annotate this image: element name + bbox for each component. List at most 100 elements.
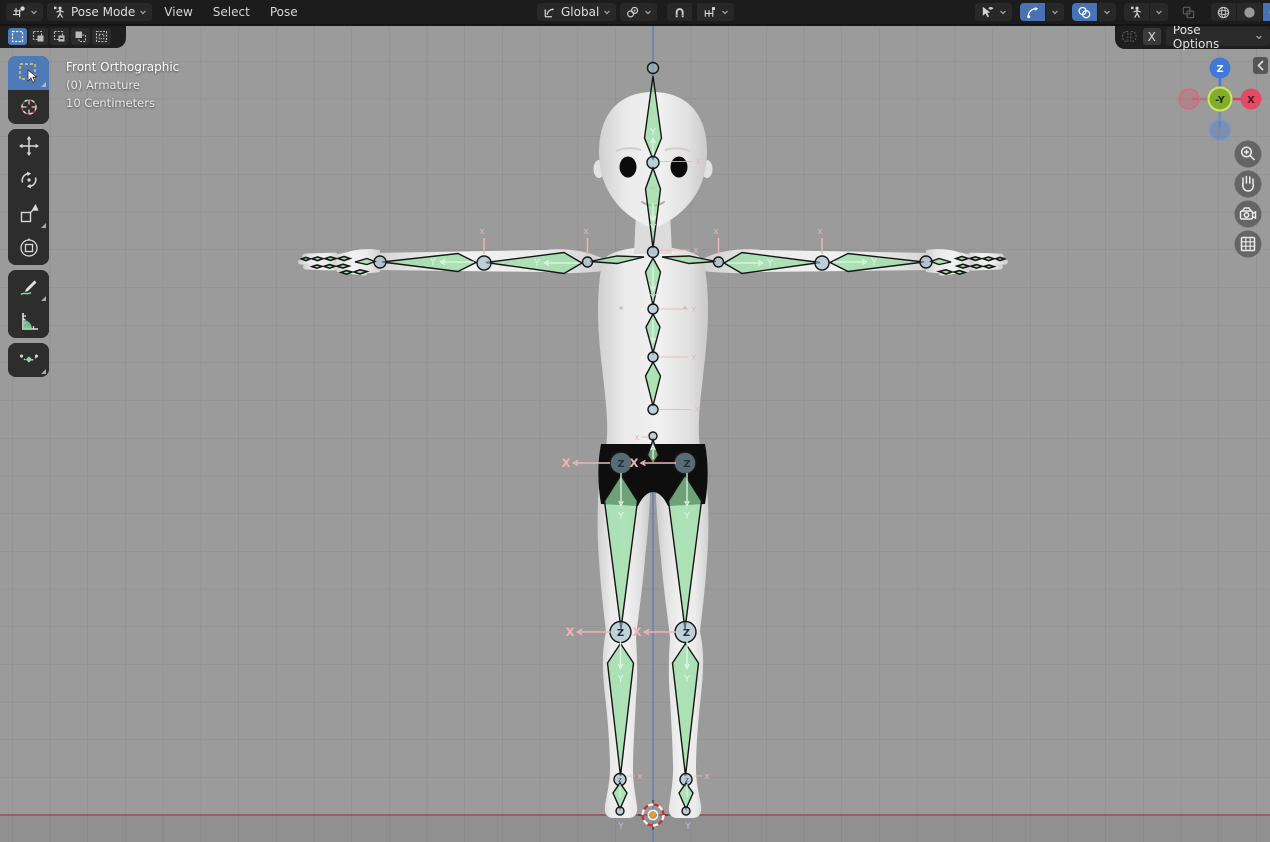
shading-material-button[interactable] xyxy=(1263,3,1270,21)
bone-axis-label-x: X xyxy=(562,456,571,470)
editor-type-button[interactable] xyxy=(6,3,43,21)
svg-text:x: x xyxy=(694,405,700,415)
mode-label: Pose Mode xyxy=(71,5,135,19)
svg-text:Y: Y xyxy=(617,822,624,832)
gizmo-neg-x-ball[interactable] xyxy=(1179,89,1199,109)
mirror-x-toggle[interactable]: X xyxy=(1143,28,1161,45)
svg-text:Y: Y xyxy=(649,293,657,304)
tool-scale[interactable] xyxy=(8,197,49,231)
select-intersect-icon xyxy=(95,30,108,43)
svg-text:z: z xyxy=(685,776,689,784)
svg-text:Z: Z xyxy=(1216,64,1223,75)
gizmo-x-ball[interactable]: X xyxy=(1241,89,1262,110)
viewport-editor-icon xyxy=(11,5,26,20)
tool-measure[interactable] xyxy=(8,304,49,338)
select-box-icon xyxy=(18,62,40,84)
gizmo-settings-dropdown[interactable] xyxy=(1046,3,1064,21)
mirror-icon[interactable] xyxy=(1121,29,1138,44)
mode-dropdown[interactable]: Pose Mode xyxy=(47,3,152,21)
transform-orientation-dropdown[interactable]: Global xyxy=(537,3,616,21)
breakdowner-icon xyxy=(18,349,40,371)
chevron-down-icon xyxy=(999,8,1007,16)
select-mode-invert[interactable] xyxy=(71,28,90,45)
tool-rotate[interactable] xyxy=(8,163,49,197)
chevron-down-icon xyxy=(644,8,652,16)
menu-select[interactable]: Select xyxy=(205,5,258,19)
pan-hand-button[interactable] xyxy=(1235,171,1262,198)
tool-transform[interactable] xyxy=(8,231,49,265)
select-mode-extend[interactable] xyxy=(29,28,48,45)
viewport-3d[interactable]: X X X X x x x x x x x x x x x x Y Y Y Y … xyxy=(0,0,1270,842)
snap-settings-dropdown[interactable] xyxy=(697,3,734,21)
svg-text:x: x xyxy=(691,305,697,315)
select-mode-set[interactable] xyxy=(8,28,27,45)
bone-axis-label-x: X xyxy=(633,625,642,639)
chevron-down-icon xyxy=(603,8,611,16)
orientation-global-icon xyxy=(542,5,557,20)
camera-view-button[interactable] xyxy=(1235,201,1262,228)
gizmo-neg-y-ball[interactable]: -Y xyxy=(1209,88,1232,111)
svg-text:x: x xyxy=(479,227,485,237)
object-visibility-dropdown[interactable] xyxy=(975,3,1012,21)
zoom-button[interactable] xyxy=(1235,141,1262,168)
show-overlays-toggle[interactable] xyxy=(1072,3,1097,21)
svg-text:Y: Y xyxy=(870,257,878,268)
header-bar: Pose Mode View Select Pose Global xyxy=(0,0,1270,26)
svg-text:-Y: -Y xyxy=(1215,95,1225,106)
pointer-eye-icon xyxy=(980,5,995,20)
svg-text:Y: Y xyxy=(617,511,625,522)
svg-text:x: x xyxy=(637,772,643,782)
tool-annotate[interactable] xyxy=(8,270,49,304)
tool-pose-breakdowner[interactable] xyxy=(8,343,49,377)
tool-cursor[interactable] xyxy=(8,90,49,124)
chevron-down-icon xyxy=(1255,33,1263,41)
svg-text:X: X xyxy=(1247,95,1255,106)
below-floor-shade xyxy=(0,816,1270,842)
select-extend-icon xyxy=(32,30,45,43)
move-icon xyxy=(18,135,40,157)
grid-scale-label: 10 Centimeters xyxy=(66,94,179,112)
select-mode-subtract[interactable] xyxy=(50,28,69,45)
svg-text:x: x xyxy=(634,433,640,443)
pose-xray-toggle[interactable] xyxy=(1124,3,1149,21)
grid-ortho-button[interactable] xyxy=(1235,231,1262,258)
xray-toggle[interactable] xyxy=(1176,3,1201,21)
xray-icon xyxy=(1181,5,1196,20)
svg-text:Z: Z xyxy=(683,459,690,470)
tool-move[interactable] xyxy=(8,129,49,163)
shading-wireframe-button[interactable] xyxy=(1211,3,1236,21)
pivot-point-dropdown[interactable] xyxy=(620,3,657,21)
pose-options-dropdown[interactable]: Pose Options xyxy=(1166,27,1270,46)
scale-icon xyxy=(18,203,40,225)
svg-text:x: x xyxy=(693,246,699,256)
svg-text:x: x xyxy=(695,157,701,167)
rotate-icon xyxy=(18,169,40,191)
solid-shading-icon xyxy=(1242,5,1257,20)
view-name-label: Front Orthographic xyxy=(66,58,179,76)
select-mode-intersect[interactable] xyxy=(92,28,111,45)
chevron-down-icon xyxy=(721,8,729,16)
select-mode-group xyxy=(0,24,126,48)
svg-text:x: x xyxy=(713,227,719,237)
pose-mode-icon xyxy=(52,5,67,20)
svg-text:Y: Y xyxy=(683,511,691,522)
overlays-settings-dropdown[interactable] xyxy=(1098,3,1116,21)
gizmo-z-ball[interactable]: Z xyxy=(1210,58,1231,79)
gizmo-icon xyxy=(1025,5,1040,20)
snap-toggle[interactable] xyxy=(667,3,692,21)
pose-xray-dropdown[interactable] xyxy=(1150,3,1168,21)
sidebar-toggle[interactable] xyxy=(1253,57,1268,74)
svg-text:x: x xyxy=(817,227,823,237)
menu-view[interactable]: View xyxy=(156,5,200,19)
svg-text:Y: Y xyxy=(683,674,691,685)
tool-select-box[interactable] xyxy=(8,56,49,90)
chevron-down-icon xyxy=(30,8,38,16)
shading-solid-button[interactable] xyxy=(1237,3,1262,21)
svg-text:x: x xyxy=(583,227,589,237)
svg-text:z: z xyxy=(618,776,622,784)
show-gizmo-toggle[interactable] xyxy=(1020,3,1045,21)
cursor-tool-icon xyxy=(18,96,40,118)
select-invert-icon xyxy=(74,30,87,43)
gizmo-neg-z-ball[interactable] xyxy=(1210,120,1230,140)
menu-pose[interactable]: Pose xyxy=(262,5,306,19)
